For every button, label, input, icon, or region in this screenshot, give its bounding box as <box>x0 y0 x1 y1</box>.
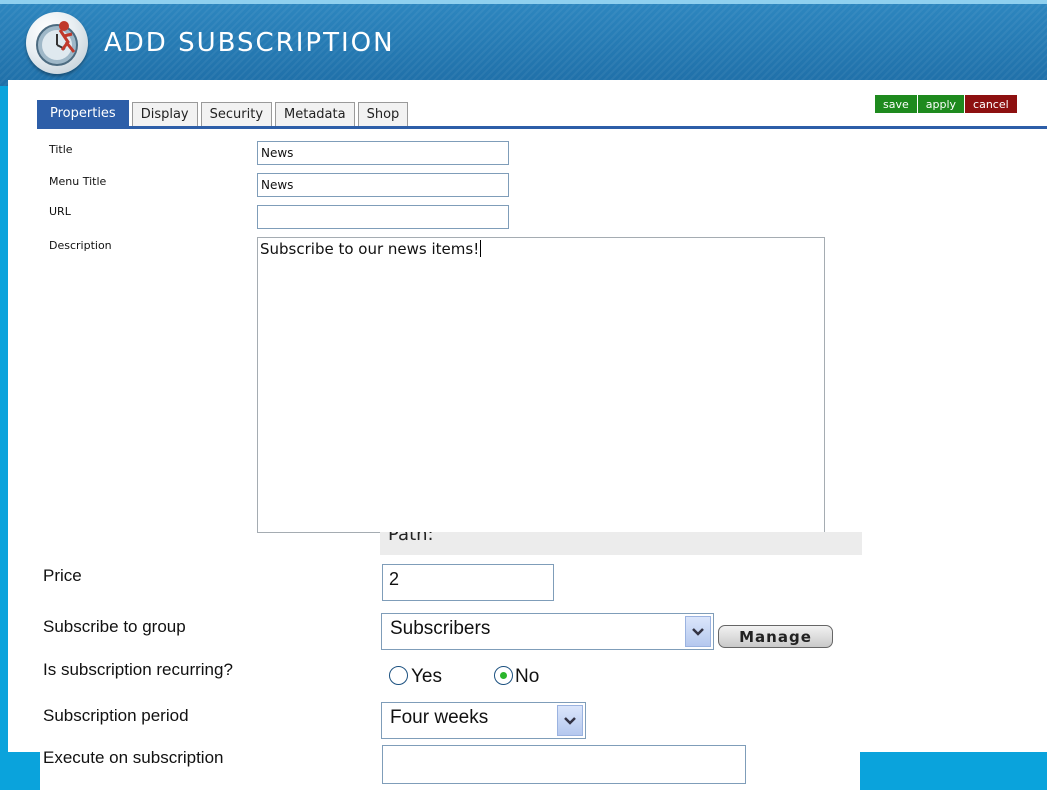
url-label: URL <box>49 205 71 218</box>
description-textarea[interactable]: Subscribe to our news items! <box>257 237 825 533</box>
tab-display[interactable]: Display <box>131 102 198 126</box>
path-row: Path: <box>380 532 862 555</box>
execute-input[interactable] <box>382 745 746 784</box>
tab-metadata[interactable]: Metadata <box>275 102 355 126</box>
radio-yes[interactable] <box>389 666 408 685</box>
menu-title-label: Menu Title <box>49 175 107 188</box>
apply-button[interactable]: apply <box>917 95 966 113</box>
path-label: Path: <box>388 532 434 545</box>
action-buttons: save apply cancel <box>875 95 1017 113</box>
subscribe-group-label: Subscribe to group <box>43 617 186 636</box>
background-corner-left <box>0 752 40 790</box>
title-label: Title <box>49 143 73 156</box>
manage-button[interactable]: Manage <box>718 625 833 648</box>
url-input[interactable] <box>257 205 509 229</box>
radio-no-label: No <box>515 666 540 687</box>
clock-runner-logo-icon <box>26 12 88 74</box>
radio-no[interactable] <box>494 666 513 685</box>
background-corner-right <box>860 752 1047 790</box>
price-label: Price <box>43 566 82 585</box>
description-label: Description <box>49 239 112 252</box>
tab-security[interactable]: Security <box>200 102 273 126</box>
price-input[interactable]: 2 <box>382 564 554 601</box>
period-select-value: Four weeks <box>390 707 489 728</box>
app-header: ADD SUBSCRIPTION <box>0 0 1047 86</box>
description-text: Subscribe to our news items! <box>260 240 480 258</box>
save-button[interactable]: save <box>875 95 918 113</box>
group-select[interactable]: Subscribers <box>381 613 714 650</box>
cancel-button[interactable]: cancel <box>965 95 1017 113</box>
radio-yes-label: Yes <box>411 666 442 687</box>
tab-properties[interactable]: Properties <box>37 100 129 126</box>
group-select-value: Subscribers <box>390 618 491 639</box>
radio-selected-dot <box>500 672 507 679</box>
period-label: Subscription period <box>43 706 189 725</box>
chevron-down-icon[interactable] <box>685 616 711 647</box>
period-select[interactable]: Four weeks <box>381 702 586 739</box>
tab-underline <box>37 126 1047 129</box>
execute-label: Execute on subscription <box>43 748 224 767</box>
page-title: ADD SUBSCRIPTION <box>104 28 395 58</box>
text-caret <box>480 240 482 257</box>
tab-shop[interactable]: Shop <box>357 102 409 126</box>
menu-title-input[interactable]: News <box>257 173 509 197</box>
chevron-down-icon[interactable] <box>557 705 583 736</box>
title-input[interactable]: News <box>257 141 509 165</box>
recurring-label: Is subscription recurring? <box>43 660 233 679</box>
tab-bar: Properties Display Security Metadata Sho… <box>37 100 409 126</box>
